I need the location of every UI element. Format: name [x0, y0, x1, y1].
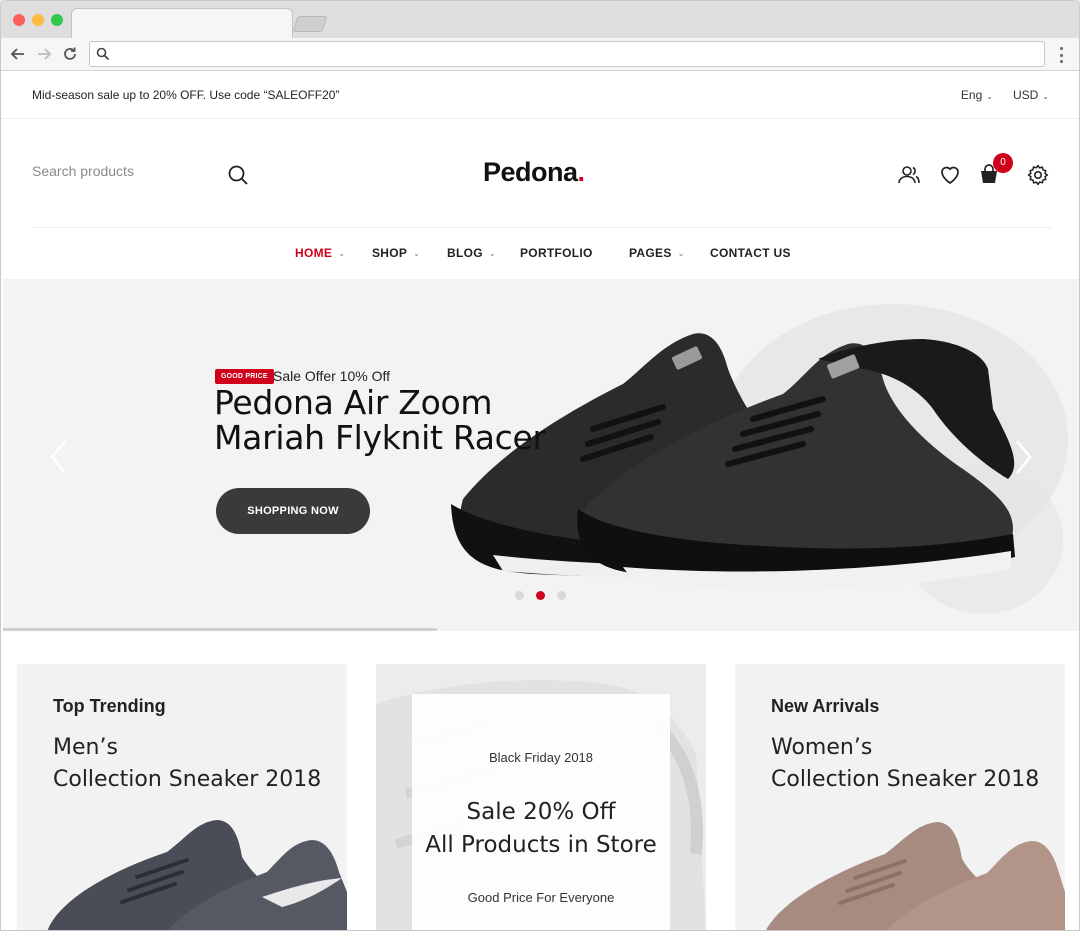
user-icon[interactable] — [897, 163, 921, 187]
slider-pagination — [515, 591, 566, 600]
banner-kicker: Black Friday 2018 — [488, 750, 594, 765]
banner-mens[interactable]: Top Trending Men’s Collection Sneaker 20… — [17, 664, 347, 930]
hero-title: Pedona Air Zoom Mariah Flyknit Racer — [214, 385, 546, 455]
nav-label: BLOG — [447, 246, 483, 260]
nav-label: SHOP — [372, 246, 408, 260]
logo-text: Pedona — [483, 157, 578, 187]
chevron-down-icon: ⌄ — [677, 249, 685, 258]
address-bar[interactable] — [89, 41, 1045, 67]
search-input[interactable] — [32, 163, 212, 179]
browser-toolbar — [1, 38, 1079, 71]
banner-womens[interactable]: New Arrivals Women’s Collection Sneaker … — [735, 664, 1065, 930]
banner-title-line: Collection Sneaker 2018 — [771, 767, 1040, 792]
banner-title-line: All Products in Store — [425, 832, 657, 858]
webpage: Mid-season sale up to 20% OFF. Use code … — [1, 71, 1079, 930]
promo-text: Mid-season sale up to 20% OFF. Use code … — [32, 88, 340, 102]
chevron-down-icon: ⌄ — [413, 249, 421, 258]
back-icon[interactable] — [7, 43, 29, 65]
banner-title: Men’s Collection Sneaker 2018 — [53, 732, 321, 796]
chevron-down-icon: ⌄ — [338, 249, 346, 258]
banner-card: Black Friday 2018 Sale 20% Off All Produ… — [412, 694, 670, 930]
locale-switchers: Eng ⌄ USD ⌄ — [961, 88, 1049, 102]
banner-title-line: Men’s — [53, 735, 118, 760]
currency-select[interactable]: USD ⌄ — [1013, 88, 1049, 102]
banner-title-line: Collection Sneaker 2018 — [53, 767, 322, 792]
chevron-down-icon: ⌄ — [488, 249, 496, 258]
banner-black-friday[interactable]: Black Friday 2018 Sale 20% Off All Produ… — [376, 664, 706, 930]
nav-item-pages[interactable]: PAGES ⌄ — [629, 246, 685, 260]
language-value: Eng — [960, 88, 983, 102]
sneaker-image — [766, 822, 1065, 930]
new-tab-button[interactable] — [292, 16, 328, 32]
slide-dot[interactable] — [515, 591, 524, 600]
site-header: Pedona. 0 — [1, 119, 1079, 229]
forward-icon[interactable] — [33, 43, 55, 65]
heart-icon[interactable] — [938, 163, 962, 187]
promo-bar: Mid-season sale up to 20% OFF. Use code … — [1, 71, 1079, 119]
nav-label: CONTACT US — [710, 246, 791, 260]
nav-item-contact[interactable]: CONTACT US — [710, 246, 791, 260]
banner-subtitle: Good Price For Everyone — [467, 890, 615, 905]
cart-count-badge: 0 — [993, 153, 1013, 173]
nav-item-home[interactable]: HOME ⌄ — [295, 246, 345, 260]
banner-kicker: New Arrivals — [771, 696, 880, 716]
shopping-now-button[interactable]: SHOPPING NOW — [216, 488, 370, 534]
search-icon[interactable] — [227, 164, 249, 186]
browser-tab[interactable] — [71, 8, 293, 39]
banner-title: Women’s Collection Sneaker 2018 — [771, 732, 1039, 796]
chevron-down-icon: ⌄ — [986, 92, 993, 101]
language-select[interactable]: Eng ⌄ — [961, 88, 993, 102]
reload-icon[interactable] — [59, 43, 81, 65]
header-divider — [32, 227, 1052, 228]
maximize-window-button[interactable] — [51, 14, 63, 26]
nav-label: HOME — [295, 246, 333, 260]
hero-title-line: Mariah Flyknit Racer — [214, 418, 546, 457]
chevron-left-icon[interactable] — [47, 437, 71, 477]
minimize-window-button[interactable] — [32, 14, 44, 26]
gear-icon[interactable] — [1026, 163, 1050, 187]
banner-kicker: Top Trending — [53, 696, 166, 716]
promo-banners: Top Trending Men’s Collection Sneaker 20… — [1, 631, 1079, 930]
nav-label: PORTFOLIO — [520, 246, 593, 260]
hero-title-line: Pedona Air Zoom — [214, 383, 493, 422]
chevron-down-icon: ⌄ — [1042, 92, 1049, 101]
good-price-badge: GOOD PRICE — [215, 369, 274, 384]
close-window-button[interactable] — [13, 14, 25, 26]
logo-dot: . — [577, 157, 586, 187]
site-logo[interactable]: Pedona. — [483, 157, 585, 188]
nav-item-blog[interactable]: BLOG ⌄ — [447, 246, 496, 260]
banner-title-line: Women’s — [771, 735, 873, 760]
main-navigation: HOME ⌄ SHOP ⌄ BLOG ⌄ PORTFOLIO PAGES ⌄ CONTA… — [1, 229, 1079, 279]
search-icon — [96, 47, 110, 61]
nav-item-shop[interactable]: SHOP ⌄ — [372, 246, 420, 260]
nav-label: PAGES — [629, 246, 672, 260]
nav-item-portfolio[interactable]: PORTFOLIO — [520, 246, 593, 260]
browser-menu-icon[interactable] — [1053, 45, 1069, 65]
banner-title-line: Sale 20% Off — [466, 799, 616, 825]
currency-value: USD — [1012, 88, 1039, 102]
hero-slider: GOOD PRICE Sale Offer 10% Off Pedona Air… — [3, 279, 1079, 631]
slide-dot[interactable] — [557, 591, 566, 600]
chevron-right-icon[interactable] — [1011, 437, 1035, 477]
hero-offer-text: Sale Offer 10% Off — [273, 368, 390, 384]
sneaker-image — [47, 820, 347, 930]
browser-tab-bar — [1, 1, 1079, 39]
browser-window: Mid-season sale up to 20% OFF. Use code … — [0, 0, 1080, 931]
slide-dot-active[interactable] — [536, 591, 545, 600]
banner-title: Sale 20% Off All Products in Store — [412, 796, 670, 862]
